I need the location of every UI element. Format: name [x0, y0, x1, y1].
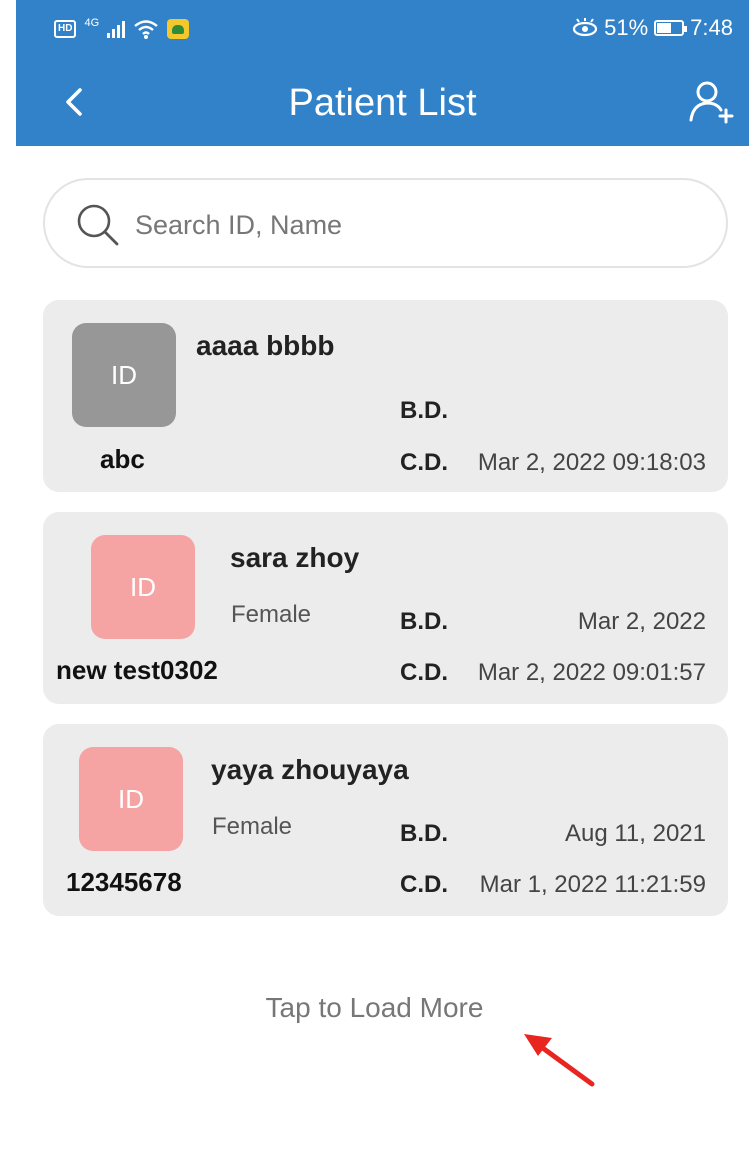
search-bar[interactable]: [43, 178, 728, 268]
create-date-label: C.D.: [400, 449, 448, 476]
patient-gender: Female: [212, 813, 293, 840]
add-user-icon[interactable]: [687, 78, 735, 126]
battery-icon: [654, 20, 688, 36]
create-date-label: C.D.: [400, 659, 448, 686]
patient-card[interactable]: ID sara zhoy Female new test0302 B.D. Ma…: [43, 512, 728, 704]
patient-name: sara zhoy: [230, 542, 360, 573]
app-header: HD 4G 51% 7:48 Patient List: [16, 0, 749, 146]
signal-icon: [107, 20, 126, 38]
create-date-value: Mar 2, 2022 09:18:03: [477, 449, 706, 476]
create-date-label: C.D.: [400, 871, 448, 898]
search-icon: [77, 204, 119, 246]
notification-app-icon: [167, 19, 190, 39]
battery-percent: 51%: [604, 15, 649, 40]
patient-name: yaya zhouyaya: [211, 754, 409, 785]
patient-name: aaaa bbbb: [196, 330, 335, 361]
patient-card[interactable]: ID yaya zhouyaya Female 12345678 B.D. Au…: [43, 724, 728, 916]
birth-date-label: B.D.: [400, 608, 448, 635]
birth-date-value: Mar 2, 2022: [577, 608, 706, 635]
birth-date-label: B.D.: [400, 820, 448, 847]
status-bar: HD 4G 51% 7:48: [16, 0, 749, 58]
birth-date-label: B.D.: [400, 397, 448, 424]
patient-gender: Female: [231, 601, 312, 628]
create-date-value: Mar 1, 2022 11:21:59: [479, 871, 706, 898]
network-type: 4G: [84, 16, 100, 29]
annotation-arrow-icon: [524, 1034, 595, 1087]
patient-id: 12345678: [66, 867, 182, 897]
patient-avatar: ID: [72, 323, 176, 427]
load-more-button[interactable]: Tap to Load More: [0, 992, 733, 1024]
patient-card[interactable]: ID aaaa bbbb abc B.D. C.D. Mar 2, 2022 0…: [43, 300, 728, 492]
nav-bar: Patient List: [16, 58, 749, 146]
search-input[interactable]: [135, 200, 695, 250]
patient-avatar: ID: [91, 535, 195, 639]
patient-avatar: ID: [79, 747, 183, 851]
eye-comfort-icon: [573, 18, 598, 37]
patient-id: new test0302: [56, 655, 218, 685]
create-date-value: Mar 2, 2022 09:01:57: [477, 659, 706, 686]
clock: 7:48: [690, 15, 733, 40]
birth-date-value: Aug 11, 2021: [564, 820, 706, 847]
page-title: Patient List: [288, 82, 477, 124]
wifi-icon: [134, 20, 158, 39]
hd-icon: HD: [54, 20, 77, 38]
patient-id: abc: [100, 444, 145, 474]
